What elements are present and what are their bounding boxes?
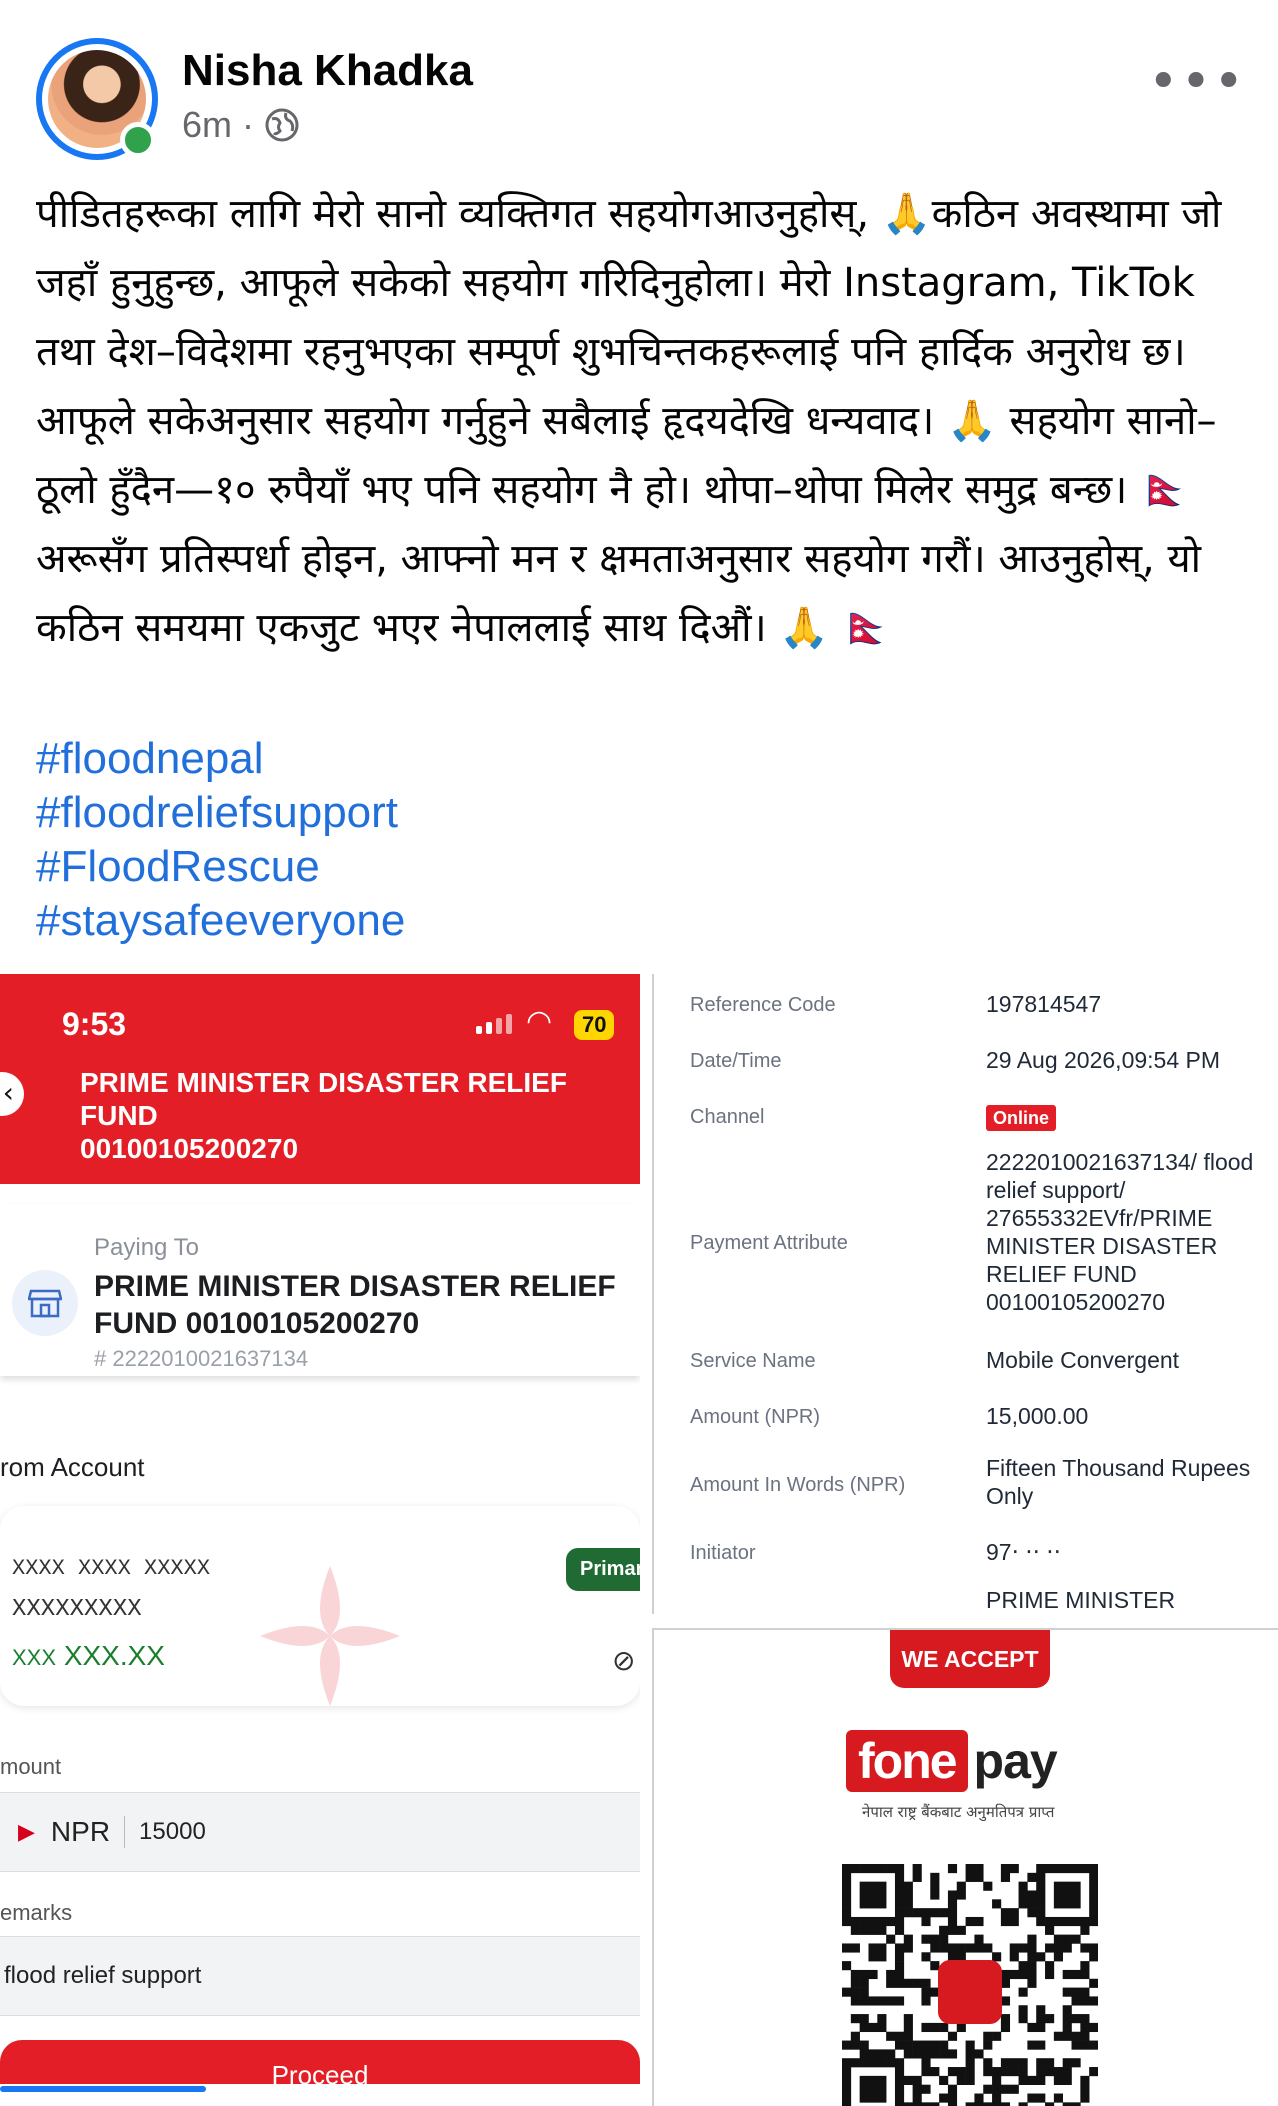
receipt-value: PRIME MINISTER [986, 1587, 1176, 1613]
receipt-value-wrap: Online [986, 1102, 1276, 1131]
post-time[interactable]: 6m [182, 104, 232, 146]
amount-input[interactable] [139, 1818, 440, 1846]
hashtag-link[interactable]: #FloodRescue [36, 840, 405, 894]
fonepay-logo-part1: fone [846, 1730, 968, 1792]
remarks-label: emarks [0, 1900, 73, 1925]
remarks-input[interactable]: flood relief support [0, 1936, 640, 2016]
receipt-label: Initiator [690, 1542, 756, 1564]
header-title-line1: PRIME MINISTER DISASTER RELIEF FUND [80, 1067, 567, 1131]
from-account-label: rom Account [0, 1452, 145, 1482]
hide-balance-icon[interactable]: ⊘ [612, 1644, 635, 1677]
paying-to-id: # 2222010021637134 [94, 1346, 309, 1371]
qr-code [842, 1864, 1098, 2106]
we-accept-badge: WE ACCEPT [890, 1630, 1050, 1688]
post-text: पीडितहरूका लागि मेरो सानो व्यक्तिगत सहयो… [36, 191, 1222, 651]
receipt-label: Date/Time [690, 1050, 782, 1072]
receipt-value: 15,000.00 [986, 1403, 1089, 1429]
bank-logo-watermark [260, 1566, 400, 1706]
header-title-line2: 00100105200270 [80, 1133, 299, 1164]
primary-badge: Primar [566, 1548, 640, 1591]
post-meta: 6m · [182, 104, 300, 146]
receipt-label: Service Name [690, 1350, 816, 1372]
payment-header: 9:53 ◠ 70 ‹ PRIME MINISTER DISASTER RELI… [0, 974, 640, 1184]
account-balance: XXX XXX.XX [12, 1640, 165, 1672]
paying-to-card: Paying To PRIME MINISTER DISASTER RELIEF… [0, 1204, 640, 1376]
channel-badge: Online [986, 1105, 1057, 1131]
account-card[interactable]: XXXX XXXX XXXXX XXXXXXXXX XXX XXX.XX Pri… [0, 1506, 640, 1706]
account-name-masked: XXXXXXXXX [12, 1596, 142, 1623]
receipt-value: 197814547 [986, 991, 1102, 1017]
payment-screen-image[interactable]: 9:53 ◠ 70 ‹ PRIME MINISTER DISASTER RELI… [0, 974, 640, 2084]
wifi-icon: ◠ [526, 1004, 553, 1039]
hashtag-link[interactable]: #floodreliefsupport [36, 786, 405, 840]
amount-label: mount [0, 1754, 62, 1779]
receipt-value: 29 Aug 2026,09:54 PM [986, 1047, 1221, 1073]
payment-header-title: PRIME MINISTER DISASTER RELIEF FUND 0010… [80, 1066, 640, 1165]
fonepay-subtitle: नेपाल राष्ट्र बैंकबाट अनुमतिपत्र प्राप्त [862, 1803, 1055, 1821]
receipt-image[interactable]: Reference Code 197814547 Date/Time 29 Au… [652, 974, 1278, 1614]
author-name[interactable]: Nisha Khadka [182, 46, 473, 96]
scroll-indicator [0, 2086, 206, 2092]
receipt-value: Mobile Convergent [986, 1347, 1180, 1373]
online-status-dot [120, 122, 156, 158]
fonepay-logo: fone pay [846, 1730, 1058, 1792]
currency-label: NPR [51, 1816, 126, 1848]
receipt-value: 2222010021637134/ flood relief support/ … [986, 1149, 1254, 1315]
back-icon[interactable]: ‹ [0, 1072, 24, 1116]
post-image-grid[interactable]: 9:53 ◠ 70 ‹ PRIME MINISTER DISASTER RELI… [0, 974, 1278, 2106]
receipt-label: Amount (NPR) [690, 1406, 821, 1428]
receipt-label: Payment Attribute [690, 1232, 848, 1254]
receipt-label: Amount In Words (NPR) [690, 1474, 906, 1496]
proceed-button[interactable]: Proceed [0, 2040, 640, 2084]
hashtag-link[interactable]: #staysafeeveryone [36, 894, 405, 948]
hashtag-list: #floodnepal #floodreliefsupport #FloodRe… [36, 732, 405, 948]
nepal-flag-icon: ▶ [18, 1819, 35, 1844]
store-icon [12, 1270, 78, 1336]
battery-indicator: 70 [574, 1010, 615, 1040]
paying-to-label: Paying To [94, 1234, 199, 1261]
globe-icon[interactable] [264, 107, 300, 143]
receipt-label: Channel [690, 1106, 765, 1128]
receipt-label: Reference Code [690, 994, 836, 1016]
more-options-icon[interactable]: ••• [1148, 56, 1246, 108]
balance-prefix: XXX [12, 1645, 57, 1670]
status-time: 9:53 [62, 1006, 127, 1042]
signal-icon [476, 1014, 512, 1034]
fonepay-logo-part2: pay [973, 1733, 1058, 1789]
account-number-masked: XXXX XXXX XXXXX [12, 1556, 211, 1581]
meta-separator: · [242, 104, 255, 145]
amount-field[interactable]: ▶ NPR [0, 1792, 640, 1872]
paying-to-name: PRIME MINISTER DISASTER RELIEF FUND 0010… [94, 1270, 616, 1340]
receipt-value: 97‧ ‧‧ ‧‧ [986, 1539, 1061, 1565]
hashtag-link[interactable]: #floodnepal [36, 732, 405, 786]
balance-value: XXX.XX [63, 1640, 165, 1671]
fonepay-qr-image[interactable]: WE ACCEPT fone pay नेपाल राष्ट्र बैंकबाट… [652, 1628, 1278, 2106]
receipt-value: Fifteen Thousand Rupees Only [986, 1455, 1251, 1509]
post-header: Nisha Khadka 6m · ••• [36, 38, 1246, 168]
